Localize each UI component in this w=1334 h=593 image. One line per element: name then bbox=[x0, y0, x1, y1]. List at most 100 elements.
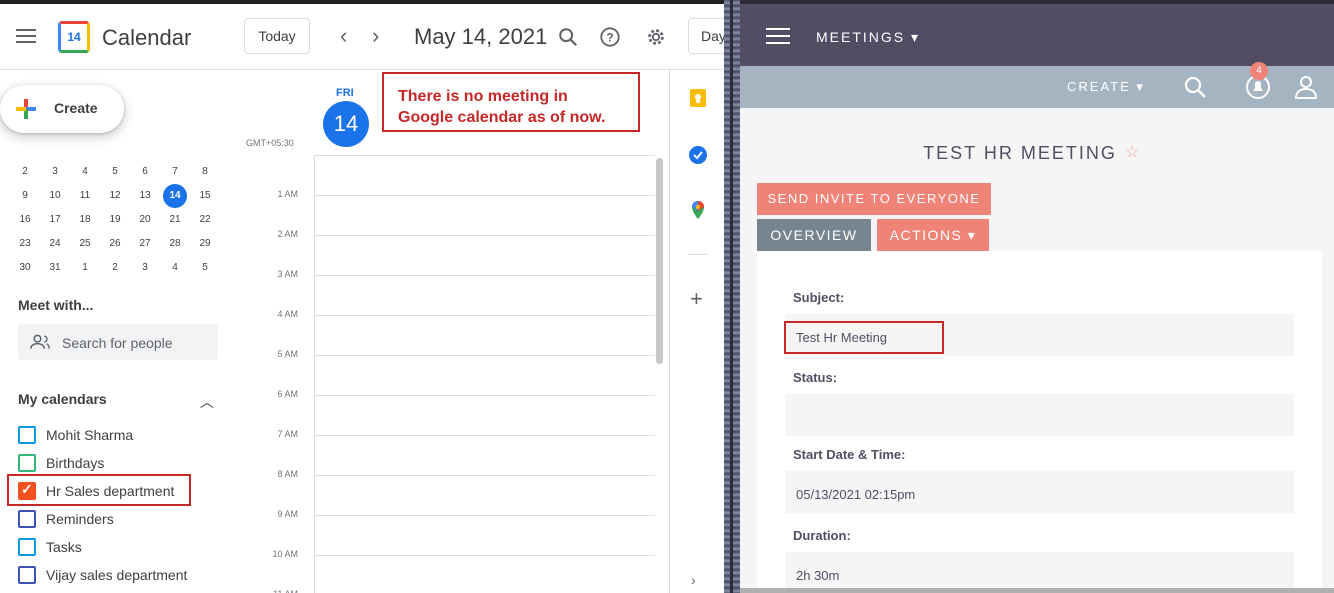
day-number[interactable]: 14 bbox=[323, 101, 369, 147]
today-button[interactable]: Today bbox=[244, 18, 310, 54]
people-icon bbox=[30, 334, 50, 349]
tab-actions[interactable]: ACTIONS ▾ bbox=[877, 219, 989, 251]
highlight-box-hr-sales bbox=[7, 474, 191, 506]
mini-calendar-day-number: 22 bbox=[199, 214, 211, 225]
calendar-checkbox[interactable] bbox=[18, 510, 36, 528]
mini-calendar-day[interactable]: 6 bbox=[130, 160, 160, 184]
module-menu[interactable]: MEETINGS ▾ bbox=[816, 29, 920, 46]
mini-calendar-day[interactable]: 14 bbox=[160, 184, 190, 208]
mini-calendar-day[interactable]: 25 bbox=[70, 232, 100, 256]
mini-calendar-day-number: 28 bbox=[169, 238, 181, 249]
mini-calendar-day[interactable]: 24 bbox=[40, 232, 70, 256]
mini-calendar-day[interactable]: 5 bbox=[190, 256, 220, 280]
maps-icon[interactable] bbox=[688, 200, 708, 220]
mini-calendar-day-number: 18 bbox=[79, 214, 91, 225]
hour-gridline bbox=[315, 555, 655, 556]
mini-calendar-day[interactable]: 28 bbox=[160, 232, 190, 256]
day-name: FRI bbox=[336, 87, 354, 99]
mini-calendar-day[interactable]: 19 bbox=[100, 208, 130, 232]
mini-calendar-day[interactable]: 4 bbox=[160, 256, 190, 280]
duration-field bbox=[785, 552, 1294, 593]
mini-calendar-day[interactable]: 20 bbox=[130, 208, 160, 232]
calendar-item[interactable]: Mohit Sharma bbox=[18, 424, 133, 446]
mini-calendar-day[interactable]: 13 bbox=[130, 184, 160, 208]
mini-calendar-day[interactable]: 5 bbox=[100, 160, 130, 184]
side-panel-divider bbox=[669, 70, 670, 593]
create-button[interactable]: Create bbox=[0, 85, 124, 133]
mini-calendar-day[interactable]: 7 bbox=[160, 160, 190, 184]
crm-menu-icon[interactable] bbox=[766, 28, 790, 44]
search-icon[interactable] bbox=[557, 26, 579, 48]
calendar-checkbox[interactable] bbox=[18, 426, 36, 444]
mini-calendar-day[interactable]: 1 bbox=[70, 256, 100, 280]
search-icon[interactable] bbox=[1182, 74, 1208, 100]
view-selector[interactable]: Day bbox=[688, 18, 724, 54]
chevron-left-icon[interactable]: ‹ bbox=[340, 24, 347, 48]
mini-calendar-day-number: 1 bbox=[82, 262, 88, 273]
mini-calendar-day[interactable]: 12 bbox=[100, 184, 130, 208]
main-menu-icon[interactable] bbox=[16, 29, 36, 45]
chevron-right-icon[interactable]: › bbox=[372, 24, 379, 48]
search-people-input[interactable]: Search for people bbox=[18, 324, 218, 360]
mini-calendar-day[interactable]: 21 bbox=[160, 208, 190, 232]
calendar-checkbox[interactable] bbox=[18, 454, 36, 472]
mini-calendar-day[interactable]: 22 bbox=[190, 208, 220, 232]
create-menu[interactable]: CREATE ▾ bbox=[1067, 79, 1145, 95]
mini-calendar-day[interactable]: 2 bbox=[100, 256, 130, 280]
chevron-right-panel-icon[interactable]: › bbox=[691, 572, 696, 588]
tab-overview[interactable]: OVERVIEW bbox=[757, 219, 871, 251]
mini-calendar-day[interactable]: 8 bbox=[190, 160, 220, 184]
mini-calendar-day[interactable]: 9 bbox=[10, 184, 40, 208]
mini-calendar-day[interactable]: 11 bbox=[70, 184, 100, 208]
chevron-up-icon[interactable]: ︿ bbox=[200, 392, 214, 412]
calendar-item[interactable]: Tasks bbox=[18, 536, 82, 558]
mini-calendar-day[interactable]: 26 bbox=[100, 232, 130, 256]
hour-gridline bbox=[315, 155, 655, 156]
calendar-checkbox[interactable] bbox=[18, 538, 36, 556]
mini-calendar-day[interactable]: 4 bbox=[70, 160, 100, 184]
hour-label: 1 AM bbox=[277, 189, 298, 199]
favorite-star-icon[interactable]: ☆ bbox=[1125, 142, 1139, 162]
mini-calendar-day[interactable]: 16 bbox=[10, 208, 40, 232]
calendar-header: 14 Calendar Today ‹ › May 14, 2021 ? Day bbox=[0, 4, 724, 70]
mini-calendar-day-number: 4 bbox=[172, 262, 178, 273]
calendar-item[interactable]: Birthdays bbox=[18, 452, 104, 474]
mini-calendar-day[interactable]: 29 bbox=[190, 232, 220, 256]
mini-calendar-day[interactable]: 27 bbox=[130, 232, 160, 256]
help-icon[interactable]: ? bbox=[599, 26, 621, 48]
hour-gridline bbox=[315, 355, 655, 356]
send-invite-button[interactable]: SEND INVITE TO EVERYONE bbox=[757, 183, 991, 215]
calendar-item[interactable]: Vijay sales department bbox=[18, 564, 187, 586]
mini-calendar-day[interactable]: 31 bbox=[40, 256, 70, 280]
settings-gear-icon[interactable] bbox=[645, 26, 667, 48]
mini-calendar-day-number: 11 bbox=[79, 190, 91, 201]
hour-label: 8 AM bbox=[277, 469, 298, 479]
mini-calendar-day-number: 27 bbox=[139, 238, 151, 249]
mini-calendar-week: 16 17 18 19 20 21 22 bbox=[10, 208, 220, 232]
mini-calendar-day[interactable]: 23 bbox=[10, 232, 40, 256]
mini-calendar-day[interactable]: 3 bbox=[130, 256, 160, 280]
add-addon-icon[interactable]: + bbox=[690, 286, 703, 312]
tasks-icon[interactable] bbox=[688, 145, 708, 165]
mini-calendar-day-number: 19 bbox=[109, 214, 121, 225]
keep-icon[interactable] bbox=[688, 88, 708, 108]
mini-calendar-day[interactable]: 15 bbox=[190, 184, 220, 208]
crm-window: MEETINGS ▾ CREATE ▾ 4 TEST HR MEETING ☆ … bbox=[740, 0, 1334, 593]
mini-calendar-day[interactable]: 17 bbox=[40, 208, 70, 232]
mini-calendar-day-number: 2 bbox=[22, 166, 28, 177]
mini-calendar-day-number: 8 bbox=[202, 166, 208, 177]
calendar-item[interactable]: Reminders bbox=[18, 508, 114, 530]
mini-calendar-day[interactable]: 30 bbox=[10, 256, 40, 280]
mini-calendar-day[interactable]: 10 bbox=[40, 184, 70, 208]
calendar-checkbox[interactable] bbox=[18, 566, 36, 584]
day-grid[interactable] bbox=[314, 155, 655, 593]
start-datetime-label: Start Date & Time: bbox=[793, 447, 906, 462]
caret-down-icon: ▾ bbox=[967, 227, 977, 243]
scrollbar[interactable] bbox=[656, 158, 663, 364]
mini-calendar-day-number: 21 bbox=[169, 214, 181, 225]
mini-calendar-day[interactable]: 2 bbox=[10, 160, 40, 184]
my-calendars-heading: My calendars bbox=[18, 391, 107, 407]
mini-calendar-day[interactable]: 18 bbox=[70, 208, 100, 232]
mini-calendar-day[interactable]: 3 bbox=[40, 160, 70, 184]
user-profile-icon[interactable] bbox=[1293, 74, 1319, 100]
